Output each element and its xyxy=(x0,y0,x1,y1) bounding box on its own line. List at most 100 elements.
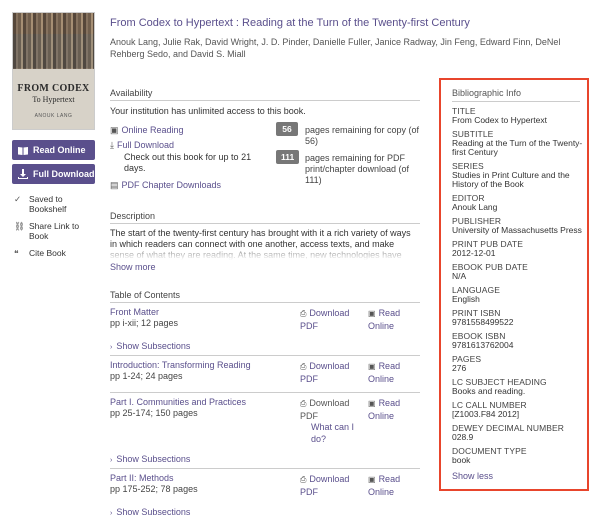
field-value: Books and reading. xyxy=(452,386,526,396)
full-download-link[interactable]: ⤓ Full Download xyxy=(110,140,174,151)
field-value: English xyxy=(452,294,480,304)
read-online-link[interactable]: ▣ Read Online xyxy=(368,473,413,498)
book-icon: ▣ xyxy=(110,125,119,135)
biblio-field: EDITOR Anouk Lang xyxy=(452,194,587,212)
availability-heading: Availability xyxy=(110,88,153,98)
full-download-label: Full Download xyxy=(33,169,95,179)
book-authors: Anouk Lang, Julie Rak, David Wright, J. … xyxy=(110,37,561,59)
biblio-field: LANGUAGE English xyxy=(452,286,587,304)
divider xyxy=(110,468,420,469)
book-icon xyxy=(18,145,28,155)
biblio-field: PAGES 276 xyxy=(452,355,587,373)
field-value: 276 xyxy=(452,363,467,373)
show-less-link[interactable]: Show less xyxy=(452,471,587,481)
cite-book-button[interactable]: ❝ Cite Book xyxy=(14,248,66,258)
download-pdf-link[interactable]: ⎙ Download PDF xyxy=(300,473,360,498)
download-icon: ⤓ xyxy=(110,140,114,150)
printer-icon: ⎙ xyxy=(300,362,307,371)
field-value: Reading at the Turn of the Twenty-first … xyxy=(452,138,583,157)
share-link-button[interactable]: ⛓ Share Link to Book xyxy=(14,221,91,241)
divider xyxy=(110,100,420,101)
read-online-link[interactable]: ▣ Read Online xyxy=(368,307,413,332)
divider xyxy=(110,302,420,303)
toc-heading: Table of Contents xyxy=(110,290,181,300)
field-label: EBOOK PUB DATE xyxy=(452,262,528,272)
chevron-right-icon: › xyxy=(110,510,113,517)
biblio-field: PUBLISHER University of Massachusetts Pre… xyxy=(452,217,587,235)
download-pdf-disabled: ⎙ Download PDF xyxy=(300,398,350,421)
field-value: From Codex to Hypertext xyxy=(452,115,547,125)
print-count-badge: 111 xyxy=(276,150,300,164)
divider xyxy=(110,355,420,356)
book-icon: ▣ xyxy=(368,475,376,484)
biblio-field: DOCUMENT TYPE book xyxy=(452,447,587,465)
read-online-label: Read Online xyxy=(33,145,86,155)
book-title: From Codex to Hypertext : Reading at the… xyxy=(110,17,470,29)
read-online-link[interactable]: ▣ Read Online xyxy=(368,397,413,422)
biblio-field: LC SUBJECT HEADING Books and reading. xyxy=(452,378,587,396)
online-reading-link[interactable]: ▣ Online Reading xyxy=(110,125,184,136)
divider xyxy=(110,392,420,393)
toc-row: Part II: Methods pp 175-252; 78 pages ⎙ D… xyxy=(110,473,420,503)
biblio-field: LC CALL NUMBER [Z1003.F84 2012] xyxy=(452,401,587,419)
chevron-right-icon: › xyxy=(110,344,113,351)
download-pdf-link[interactable]: ⎙ Download PDF xyxy=(300,360,360,385)
fade-overlay xyxy=(110,248,420,260)
chevron-right-icon: › xyxy=(110,457,113,464)
link-icon: ⛓ xyxy=(14,221,25,231)
pdf-chapter-downloads-link[interactable]: ▤ PDF Chapter Downloads xyxy=(110,180,221,191)
checkmark-icon: ✓ xyxy=(14,194,22,204)
biblio-field: EBOOK PUB DATE N/A xyxy=(452,263,587,281)
bibliographic-fields: TITLE From Codex to Hypertext SUBTITLE Rea… xyxy=(452,107,587,465)
field-label: PAGES xyxy=(452,354,482,364)
printer-icon: ⎙ xyxy=(300,399,307,408)
document-icon: ▤ xyxy=(110,180,119,190)
biblio-field: SERIES Studies in Print Culture and the H… xyxy=(452,162,587,189)
description-heading: Description xyxy=(110,211,156,221)
field-value: 028.9 xyxy=(452,432,474,442)
bibliographic-info-heading: Bibliographic Info xyxy=(452,88,580,102)
download-icon xyxy=(18,169,28,179)
full-download-button[interactable]: Full Download xyxy=(12,164,95,184)
show-subsections-link[interactable]: › Show Subsections xyxy=(110,454,190,464)
printer-icon: ⎙ xyxy=(300,475,307,484)
access-note: Your institution has unlimited access to… xyxy=(110,106,306,116)
saved-to-bookshelf[interactable]: ✓ Saved to Bookshelf xyxy=(14,194,91,214)
read-online-link[interactable]: ▣ Read Online xyxy=(368,360,413,385)
copy-remaining-text: pages remaining for copy (of 56) xyxy=(305,125,420,146)
bibliographic-info-panel: Bibliographic Info TITLE From Codex to Hy… xyxy=(439,78,589,491)
read-online-button[interactable]: Read Online xyxy=(12,140,95,160)
biblio-field: PRINT ISBN 9781558499522 xyxy=(452,309,587,327)
field-value: Studies in Print Culture and the History… xyxy=(452,170,570,189)
quote-icon: ❝ xyxy=(14,248,19,258)
field-value: Anouk Lang xyxy=(452,202,498,212)
field-value: 2012-12-01 xyxy=(452,248,496,258)
what-can-i-do-link[interactable]: What can I do? xyxy=(311,421,361,445)
cover-shelves-image xyxy=(13,13,94,69)
print-remaining-text: pages remaining for PDF print/chapter do… xyxy=(305,153,410,185)
toc-row: Part I. Communities and Practices pp 25-… xyxy=(110,397,420,447)
biblio-field: PRINT PUB DATE 2012-12-01 xyxy=(452,240,587,258)
cover-title: FROM CODEX xyxy=(17,83,90,94)
biblio-field: EBOOK ISBN 9781613762004 xyxy=(452,332,587,350)
field-value: [Z1003.F84 2012] xyxy=(452,409,520,419)
book-icon: ▣ xyxy=(368,399,376,408)
divider xyxy=(110,223,420,224)
field-value: University of Massachusetts Press xyxy=(452,225,582,235)
show-more-link[interactable]: Show more xyxy=(110,262,156,272)
field-value: 9781558499522 xyxy=(452,317,514,327)
field-value: book xyxy=(452,455,471,465)
book-cover: FROM CODEX To Hypertext ANOUK LANG xyxy=(12,12,95,130)
show-subsections-link[interactable]: › Show Subsections xyxy=(110,507,190,517)
download-pdf-link[interactable]: ⎙ Download PDF xyxy=(300,307,360,332)
show-subsections-link[interactable]: › Show Subsections xyxy=(110,341,190,351)
checkout-note: Check out this book for up to 21 days. xyxy=(124,152,252,173)
book-icon: ▣ xyxy=(368,362,376,371)
toc-row: Introduction: Transforming Reading pp 1-… xyxy=(110,360,420,390)
cover-author: ANOUK LANG xyxy=(34,113,73,119)
book-icon: ▣ xyxy=(368,309,376,318)
printer-icon: ⎙ xyxy=(300,309,307,318)
toc-row: Front Matter pp i-xii; 12 pages ⎙ Downloa… xyxy=(110,307,420,337)
cover-subtitle: To Hypertext xyxy=(32,95,75,104)
biblio-field: SUBTITLE Reading at the Turn of the Twent… xyxy=(452,130,587,157)
